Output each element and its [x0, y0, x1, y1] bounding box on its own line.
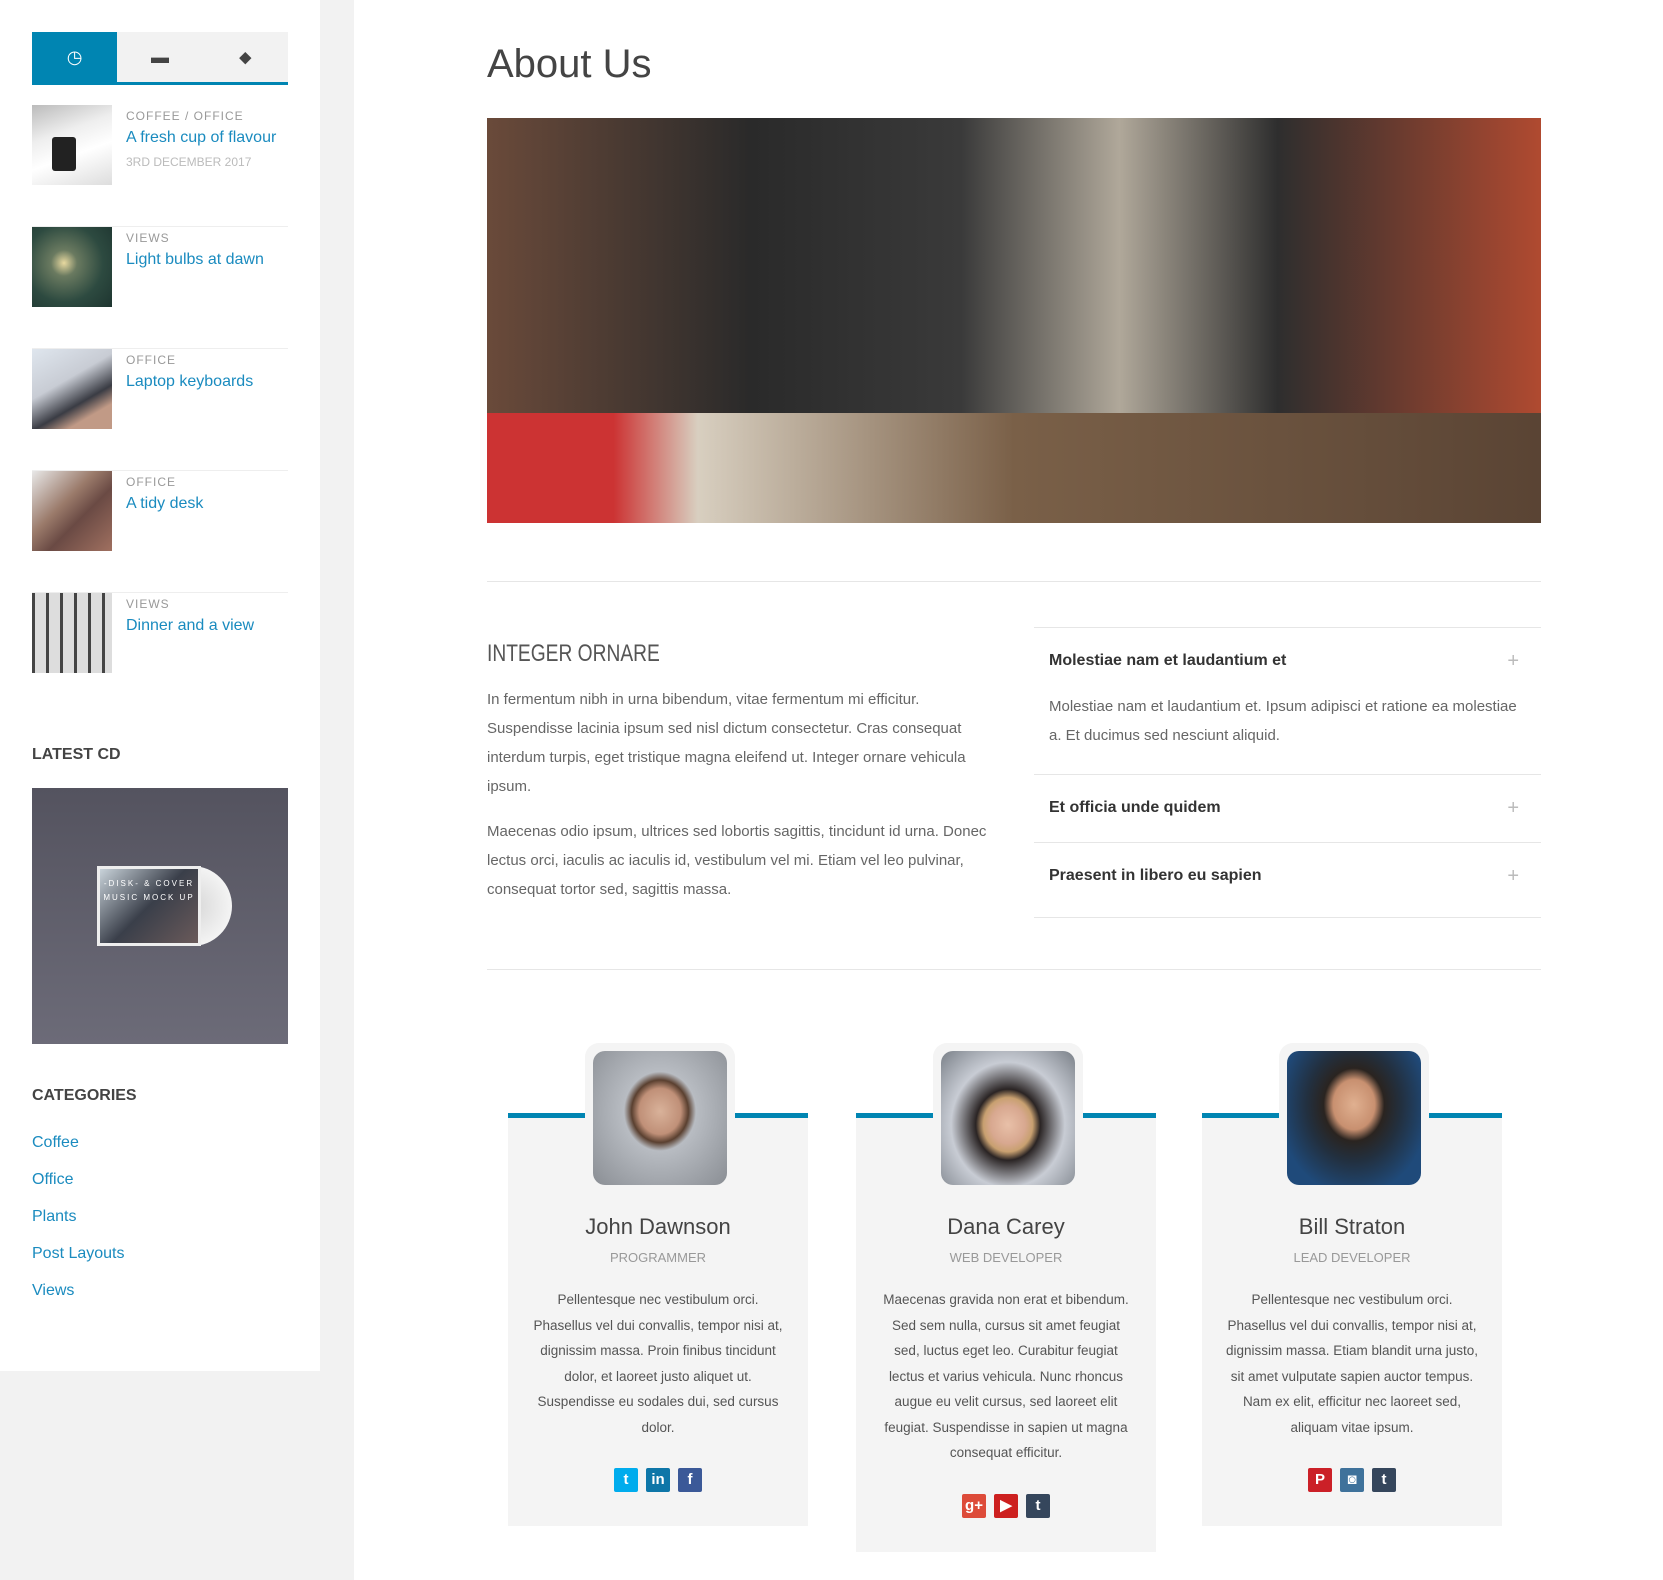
member-name: John Dawnson	[585, 1214, 731, 1239]
facebook-icon[interactable]: f	[678, 1468, 702, 1492]
accordion-title: Et officia unde quidem	[1049, 799, 1221, 816]
sidebar: ◷ ▬ ⬥ COFFEE / OFFICE A fresh cup of fla…	[0, 0, 320, 1371]
plus-icon[interactable]: +	[1507, 650, 1519, 673]
divider	[487, 969, 1541, 970]
category-link-post-layouts[interactable]: Post Layouts	[32, 1245, 125, 1263]
post-thumbnail[interactable]	[32, 227, 112, 307]
list-item[interactable]: COFFEE / OFFICE A fresh cup of flavour 3…	[32, 105, 288, 227]
tumblr-icon[interactable]: t	[1026, 1493, 1050, 1518]
hero-image	[487, 118, 1541, 523]
post-thumbnail[interactable]	[32, 471, 112, 551]
accordion-title: Praesent in libero eu sapien	[1049, 867, 1262, 884]
youtube-icon[interactable]: ▶	[994, 1493, 1018, 1518]
post-title[interactable]: Laptop keyboards	[126, 373, 253, 391]
tumblr-icon[interactable]: t	[1372, 1468, 1396, 1492]
post-title[interactable]: Dinner and a view	[126, 617, 254, 635]
google-plus-icon[interactable]: g+	[962, 1493, 986, 1518]
list-item[interactable]: OFFICE A tidy desk	[32, 471, 288, 593]
post-category[interactable]: COFFEE / OFFICE	[126, 109, 244, 123]
accordion-item: Molestiae nam et laudantium et + Molestia…	[1034, 627, 1541, 775]
post-thumbnail[interactable]	[32, 593, 112, 673]
accordion-header[interactable]: Molestiae nam et laudantium et +	[1034, 628, 1541, 692]
latest-cd-heading: LATEST CD	[32, 746, 121, 763]
member-role: PROGRAMMER	[609, 1250, 707, 1265]
list-item[interactable]: VIEWS Light bulbs at dawn	[32, 227, 288, 349]
accordion-title: Molestiae nam et laudantium et	[1049, 652, 1287, 669]
categories-heading: CATEGORIES	[32, 1087, 137, 1104]
list-item[interactable]: VIEWS Dinner and a view	[32, 593, 288, 715]
comment-icon: ▬	[150, 46, 169, 67]
clock-icon: ◷	[66, 46, 83, 67]
category-link-coffee[interactable]: Coffee	[32, 1134, 79, 1152]
accordion-body: Molestiae nam et laudantium et. Ipsum ad…	[1049, 698, 1517, 744]
post-category[interactable]: VIEWS	[126, 231, 170, 245]
pinterest-icon[interactable]: P	[1308, 1468, 1332, 1492]
plus-icon[interactable]: +	[1507, 797, 1519, 820]
main-content: About Us INTEGER ORNARE In fermentum nib…	[354, 0, 1663, 1580]
divider	[487, 581, 1541, 582]
member-role: WEB DEVELOPER	[949, 1250, 1063, 1265]
post-title[interactable]: A fresh cup of flavour	[126, 129, 276, 147]
sidebar-tabs: ◷ ▬ ⬥	[32, 32, 288, 85]
team-card: Bill Straton LEAD DEVELOPER Pellentesque…	[1202, 1043, 1502, 1526]
tab-tags[interactable]: ⬥	[203, 32, 288, 82]
member-name: Bill Straton	[1298, 1214, 1406, 1239]
tags-icon: ⬥	[239, 46, 252, 67]
avatar	[1279, 1043, 1429, 1193]
plus-icon[interactable]: +	[1507, 865, 1519, 888]
post-title[interactable]: A tidy desk	[126, 495, 203, 513]
list-item[interactable]: OFFICE Laptop keyboards	[32, 349, 288, 471]
post-thumbnail[interactable]	[32, 105, 112, 185]
twitter-icon[interactable]: t	[614, 1468, 638, 1492]
post-category[interactable]: VIEWS	[126, 597, 170, 611]
post-category[interactable]: OFFICE	[126, 353, 176, 367]
section-paragraph: Maecenas odio ipsum, ultrices sed lobort…	[487, 823, 987, 898]
tab-comments[interactable]: ▬	[117, 32, 202, 82]
tab-recent[interactable]: ◷	[32, 32, 118, 82]
page-title: About Us	[487, 42, 652, 86]
post-category[interactable]: OFFICE	[126, 475, 176, 489]
accordion-header[interactable]: Praesent in libero eu sapien +	[1034, 843, 1541, 888]
member-bio: Pellentesque nec vestibulum orci. Phasel…	[1225, 1292, 1479, 1435]
cd-cover: -DISK- & COVER MUSIC MOCK UP	[97, 866, 201, 946]
section-paragraph: In fermentum nibh in urna bibendum, vita…	[487, 691, 966, 795]
latest-cd-image[interactable]: -DISK- & COVER MUSIC MOCK UP	[32, 788, 288, 1044]
member-role: LEAD DEVELOPER	[1293, 1250, 1411, 1265]
member-bio: Maecenas gravida non erat et bibendum. S…	[883, 1292, 1129, 1460]
member-bio: Pellentesque nec vestibulum orci. Phasel…	[533, 1292, 783, 1435]
team-card: John Dawnson PROGRAMMER Pellentesque nec…	[508, 1043, 808, 1526]
member-name: Dana Carey	[947, 1214, 1065, 1239]
linkedin-icon[interactable]: in	[646, 1468, 670, 1492]
category-link-plants[interactable]: Plants	[32, 1208, 76, 1226]
post-date: 3RD DECEMBER 2017	[126, 155, 252, 169]
accordion-item: Et officia unde quidem +	[1034, 775, 1541, 843]
category-link-views[interactable]: Views	[32, 1282, 74, 1300]
post-title[interactable]: Light bulbs at dawn	[126, 251, 264, 269]
section-title: INTEGER ORNARE	[487, 640, 660, 667]
accordion-header[interactable]: Et officia unde quidem +	[1034, 775, 1541, 820]
instagram-icon[interactable]: ◙	[1340, 1468, 1364, 1492]
avatar	[933, 1043, 1083, 1193]
team-card: Dana Carey WEB DEVELOPER Maecenas gravid…	[856, 1043, 1156, 1552]
avatar	[585, 1043, 735, 1193]
post-thumbnail[interactable]	[32, 349, 112, 429]
accordion-item: Praesent in libero eu sapien +	[1034, 843, 1541, 918]
category-link-office[interactable]: Office	[32, 1171, 74, 1189]
